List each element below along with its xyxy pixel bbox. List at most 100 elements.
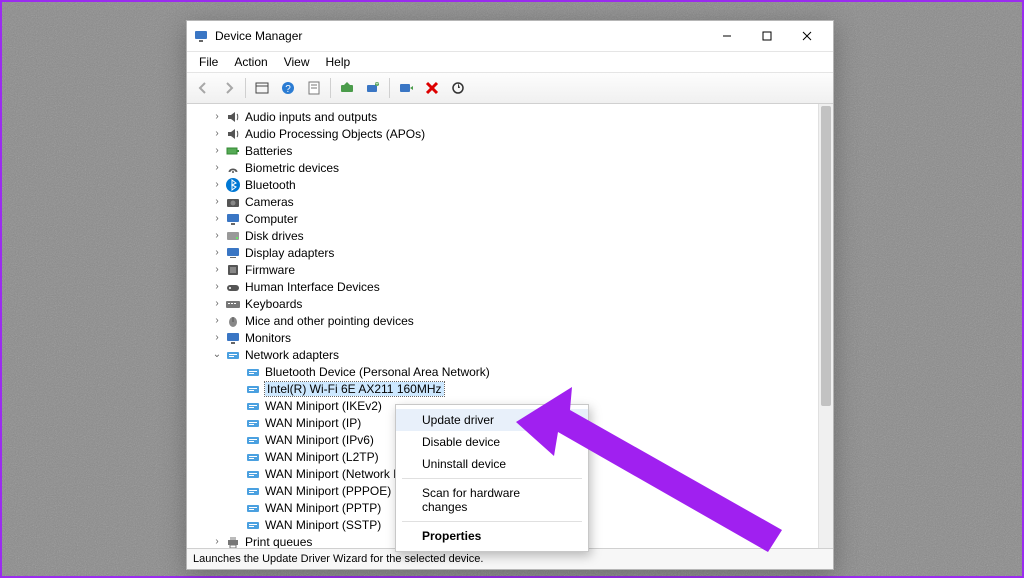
svg-text:+: + bbox=[375, 82, 379, 88]
biometric-icon bbox=[225, 160, 241, 176]
tree-device-label: WAN Miniport (PPPOE) bbox=[265, 484, 391, 498]
titlebar: Device Manager bbox=[187, 21, 833, 52]
caret-right-icon[interactable]: › bbox=[211, 213, 223, 225]
close-button[interactable] bbox=[787, 22, 827, 50]
caret-right-icon[interactable]: › bbox=[211, 315, 223, 327]
network-icon bbox=[245, 364, 261, 380]
caret-right-icon[interactable]: › bbox=[211, 247, 223, 259]
tree-device[interactable]: Intel(R) Wi-Fi 6E AX211 160MHz bbox=[201, 380, 816, 397]
enable-device-button[interactable] bbox=[394, 76, 418, 100]
tree-category[interactable]: ⌄Network adapters bbox=[201, 346, 816, 363]
monitor-icon bbox=[225, 330, 241, 346]
caret-right-icon[interactable]: › bbox=[211, 230, 223, 242]
tree-category[interactable]: ›Disk drives bbox=[201, 227, 816, 244]
caret-right-icon[interactable]: › bbox=[211, 332, 223, 344]
tree-category-label: Batteries bbox=[245, 144, 292, 158]
keyboard-icon bbox=[225, 296, 241, 312]
app-icon bbox=[193, 28, 209, 44]
menu-view[interactable]: View bbox=[278, 53, 316, 71]
tree-device-label: WAN Miniport (SSTP) bbox=[265, 518, 381, 532]
caret-right-icon[interactable]: › bbox=[211, 536, 223, 548]
mouse-icon bbox=[225, 313, 241, 329]
firmware-icon bbox=[225, 262, 241, 278]
tree-category-label: Firmware bbox=[245, 263, 295, 277]
tree-category[interactable]: › Cameras bbox=[201, 193, 816, 210]
tree-device[interactable]: Bluetooth Device (Personal Area Network) bbox=[201, 363, 816, 380]
tree-category-label: Bluetooth bbox=[245, 178, 296, 192]
tree-category[interactable]: ›Audio Processing Objects (APOs) bbox=[201, 125, 816, 142]
tree-category[interactable]: ›Computer bbox=[201, 210, 816, 227]
help-button[interactable]: ? bbox=[276, 76, 300, 100]
tree-device-label: WAN Miniport (L2TP) bbox=[265, 450, 379, 464]
menu-file[interactable]: File bbox=[193, 53, 224, 71]
network-icon bbox=[245, 483, 261, 499]
menu-action[interactable]: Action bbox=[228, 53, 273, 71]
tree-category[interactable]: › Monitors bbox=[201, 329, 816, 346]
show-hide-console-button[interactable] bbox=[250, 76, 274, 100]
caret-right-icon[interactable]: › bbox=[211, 128, 223, 140]
tree-category[interactable]: › Bluetooth bbox=[201, 176, 816, 193]
toolbar-sep-2 bbox=[330, 78, 331, 98]
context-menu-item[interactable]: Disable device bbox=[396, 431, 588, 453]
context-menu-item[interactable]: Properties bbox=[396, 525, 588, 547]
caret-right-icon[interactable]: › bbox=[211, 179, 223, 191]
audio-icon bbox=[225, 126, 241, 142]
menubar: File Action View Help bbox=[187, 52, 833, 73]
network-icon bbox=[245, 432, 261, 448]
tree-category-label: Mice and other pointing devices bbox=[245, 314, 414, 328]
tree-category[interactable]: ›Human Interface Devices bbox=[201, 278, 816, 295]
back-button[interactable] bbox=[191, 76, 215, 100]
context-menu-item[interactable]: Uninstall device bbox=[396, 453, 588, 475]
caret-right-icon[interactable]: › bbox=[211, 298, 223, 310]
display-icon bbox=[225, 245, 241, 261]
tree-category-label: Biometric devices bbox=[245, 161, 339, 175]
maximize-button[interactable] bbox=[747, 22, 787, 50]
context-menu-separator bbox=[402, 478, 582, 479]
caret-right-icon[interactable]: › bbox=[211, 196, 223, 208]
network-icon bbox=[245, 466, 261, 482]
properties-button[interactable] bbox=[302, 76, 326, 100]
tree-device-label: WAN Miniport (IP) bbox=[265, 416, 361, 430]
context-menu-item[interactable]: Update driver bbox=[396, 409, 588, 431]
audio-icon bbox=[225, 109, 241, 125]
tree-category[interactable]: › Batteries bbox=[201, 142, 816, 159]
tree-category[interactable]: › Mice and other pointing devices bbox=[201, 312, 816, 329]
network-icon bbox=[245, 398, 261, 414]
scan-hardware-button[interactable]: + bbox=[361, 76, 385, 100]
update-driver-button[interactable] bbox=[335, 76, 359, 100]
forward-button[interactable] bbox=[217, 76, 241, 100]
tree-category[interactable]: › Biometric devices bbox=[201, 159, 816, 176]
tree-category[interactable]: ›Display adapters bbox=[201, 244, 816, 261]
screenshot-frame: Device Manager File Action View Help bbox=[0, 0, 1024, 578]
caret-right-icon[interactable]: › bbox=[211, 145, 223, 157]
caret-right-icon[interactable]: › bbox=[211, 111, 223, 123]
minimize-button[interactable] bbox=[707, 22, 747, 50]
tree-category[interactable]: ›Audio inputs and outputs bbox=[201, 108, 816, 125]
printer-icon bbox=[225, 534, 241, 549]
network-icon bbox=[245, 517, 261, 533]
scroll-thumb[interactable] bbox=[821, 106, 831, 406]
disable-device-button[interactable] bbox=[446, 76, 470, 100]
tree-category-label: Cameras bbox=[245, 195, 294, 209]
tree-device-label: WAN Miniport (PPTP) bbox=[265, 501, 381, 515]
toolbar-sep bbox=[245, 78, 246, 98]
uninstall-device-button[interactable] bbox=[420, 76, 444, 100]
tree-category-label: Monitors bbox=[245, 331, 291, 345]
caret-right-icon[interactable]: › bbox=[211, 264, 223, 276]
svg-text:?: ? bbox=[285, 84, 291, 95]
tree-category[interactable]: ›Keyboards bbox=[201, 295, 816, 312]
tree-category[interactable]: › Firmware bbox=[201, 261, 816, 278]
tree-device-label: Intel(R) Wi-Fi 6E AX211 160MHz bbox=[265, 382, 444, 396]
caret-down-icon[interactable]: ⌄ bbox=[211, 349, 223, 361]
caret-right-icon[interactable]: › bbox=[211, 281, 223, 293]
tree-device-label: WAN Miniport (IPv6) bbox=[265, 433, 374, 447]
camera-icon bbox=[225, 194, 241, 210]
toolbar: ? + bbox=[187, 73, 833, 104]
context-menu: Update driverDisable deviceUninstall dev… bbox=[395, 404, 589, 552]
caret-right-icon[interactable]: › bbox=[211, 162, 223, 174]
network-icon bbox=[245, 449, 261, 465]
context-menu-item[interactable]: Scan for hardware changes bbox=[396, 482, 588, 518]
tree-device-label: Bluetooth Device (Personal Area Network) bbox=[265, 365, 490, 379]
menu-help[interactable]: Help bbox=[320, 53, 357, 71]
scrollbar[interactable] bbox=[818, 104, 833, 548]
